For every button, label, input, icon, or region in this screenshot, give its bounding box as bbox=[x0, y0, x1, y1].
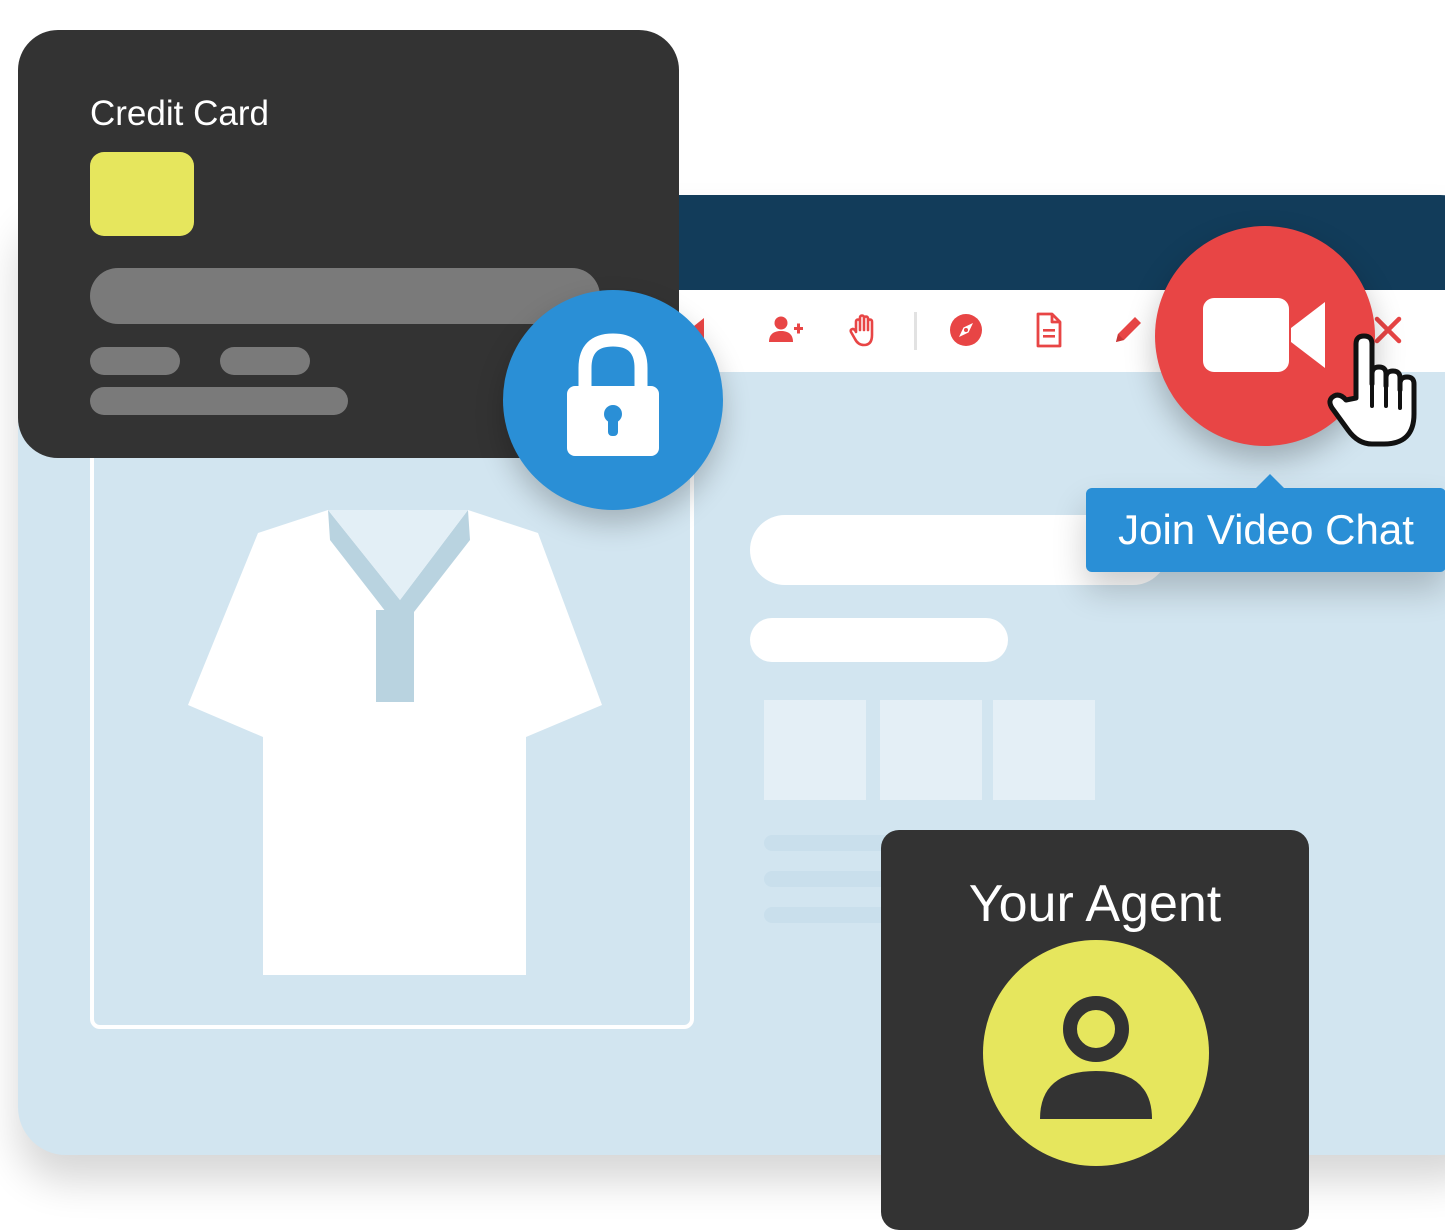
card-number-placeholder bbox=[90, 268, 600, 324]
document-icon[interactable] bbox=[1028, 310, 1068, 350]
agent-card-title: Your Agent bbox=[968, 875, 1222, 933]
video-chat-tooltip: Join Video Chat bbox=[1086, 474, 1445, 572]
option-tile[interactable] bbox=[993, 700, 1095, 800]
product-price-placeholder bbox=[750, 618, 1008, 662]
tooltip-label: Join Video Chat bbox=[1118, 506, 1414, 553]
add-user-icon[interactable] bbox=[764, 310, 804, 350]
card-expiry-placeholder bbox=[90, 347, 180, 375]
product-image-frame bbox=[90, 445, 694, 1029]
card-cvv-placeholder bbox=[220, 347, 310, 375]
video-camera-icon bbox=[1203, 298, 1325, 372]
agent-avatar bbox=[983, 940, 1209, 1166]
option-tile[interactable] bbox=[764, 700, 866, 800]
user-icon bbox=[1040, 996, 1152, 1119]
option-tile[interactable] bbox=[880, 700, 982, 800]
secure-lock-badge bbox=[503, 290, 723, 510]
toolbar-divider bbox=[914, 312, 917, 350]
compass-icon[interactable] bbox=[946, 310, 986, 350]
card-holder-placeholder bbox=[90, 387, 348, 415]
polo-shirt-icon bbox=[188, 510, 602, 975]
credit-card-title: Credit Card bbox=[90, 94, 269, 133]
pencil-icon[interactable] bbox=[1108, 310, 1148, 350]
hand-pointer-cursor-icon bbox=[1327, 333, 1417, 447]
card-chip bbox=[90, 152, 194, 236]
lock-icon bbox=[567, 333, 659, 456]
hand-icon[interactable] bbox=[844, 310, 884, 350]
